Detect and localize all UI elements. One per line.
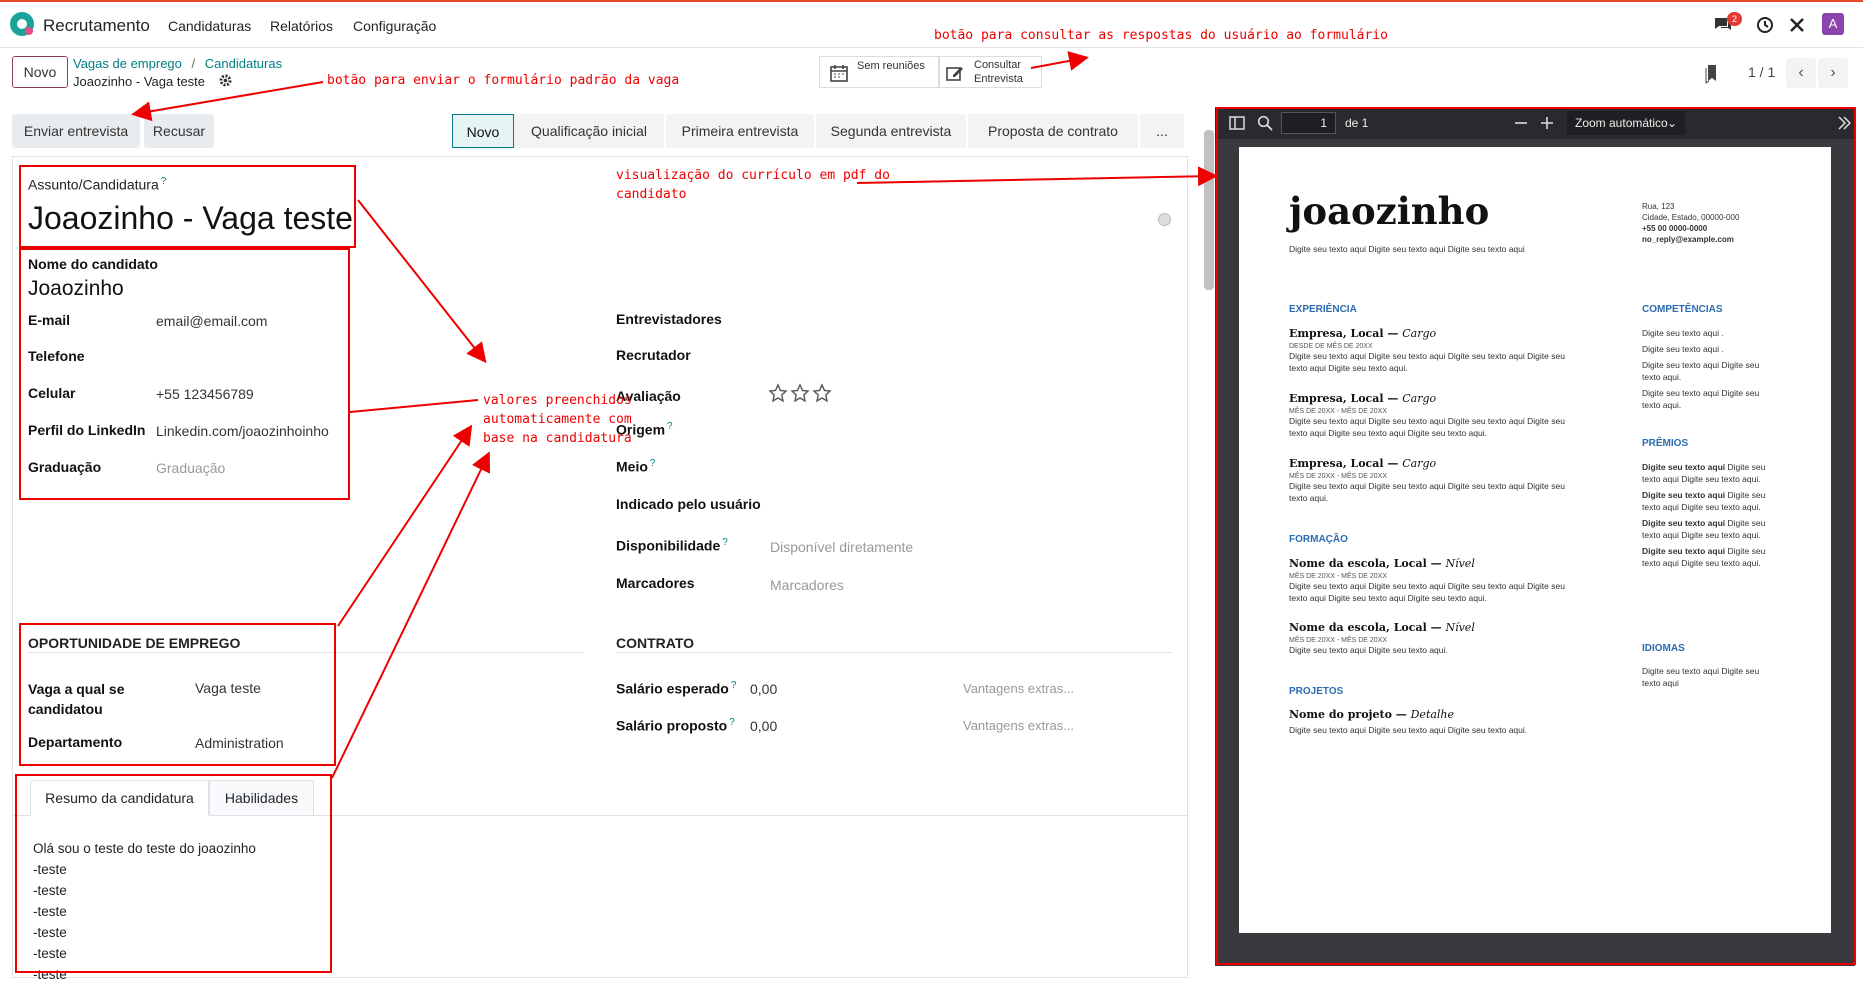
debug-tools-icon[interactable] [1788,16,1806,34]
priority-status-dot[interactable] [1158,213,1171,226]
consult-survey-label-1: Consultar [974,59,1022,71]
annotation-box-job [19,623,336,766]
annotation-pdf: visualização do currículo em pdf do cand… [616,166,890,204]
meetings-label: Sem reuniões [857,60,925,72]
consult-survey-button[interactable]: Consultar Entrevista [939,56,1042,88]
medium-label: Meio? [616,458,656,475]
consult-survey-label-2: Entrevista [974,73,1023,85]
chat-badge: 2 [1727,12,1742,26]
recruitment-app-icon[interactable] [10,12,34,36]
rating-stars[interactable] [769,383,835,403]
record-title: Joaozinho - Vaga teste [73,74,206,89]
stage-more[interactable]: ... [1140,114,1184,148]
referred-label: Indicado pelo usuário [616,496,761,512]
calendar-icon [830,65,848,82]
expected-extra-input[interactable]: Vantagens extras... [963,681,1074,696]
pager-previous-button[interactable]: ‹ [1786,58,1816,88]
send-survey-button[interactable]: Enviar entrevista [12,114,140,148]
annotation-pdf-line: visualização do currículo em pdf do [616,168,890,183]
annotation-filled-values: valores preenchidos automaticamente com … [483,391,632,448]
interviewers-label: Entrevistadores [616,311,722,327]
menu-relatorios[interactable]: Relatórios [270,18,333,34]
form-scrollbar[interactable] [1204,130,1214,290]
proposed-salary-value[interactable]: 0,00 [750,718,777,734]
stage-second-interview[interactable]: Segunda entrevista [816,114,966,148]
pager-value[interactable]: 1 / 1 [1748,64,1775,80]
main-navbar: Recrutamento Candidaturas Relatórios Con… [0,2,1863,48]
annotation-box-summary [15,774,332,973]
annotation-box-subject [19,165,356,248]
annotation-box-pdf [1216,107,1856,965]
contract-section-divider [616,652,1172,653]
new-button[interactable]: Novo [12,56,68,88]
gear-icon[interactable] [219,74,232,87]
stage-novo[interactable]: Novo [452,114,514,148]
app-name[interactable]: Recrutamento [43,16,150,36]
annotation-filled-line: valores preenchidos [483,393,632,408]
stage-contract-proposal[interactable]: Proposta de contrato [968,114,1138,148]
stage-statusbar: Novo Qualificação inicial Primeira entre… [452,114,1184,148]
annotation-send-button: botão para enviar o formulário padrão da… [327,73,680,88]
chevron-left-icon: ‹ [1798,64,1804,81]
activity-clock-icon[interactable] [1756,16,1774,34]
refuse-button[interactable]: Recusar [144,114,214,148]
star-icon[interactable] [769,383,788,403]
stage-first-interview[interactable]: Primeira entrevista [666,114,814,148]
annotation-pdf-line: candidato [616,187,687,202]
recruiter-label: Recrutador [616,347,691,363]
availability-input[interactable]: Disponível diretamente [770,539,913,555]
meetings-smart-button[interactable]: Sem reuniões [819,56,939,88]
annotation-survey-button: botão para consultar as respostas do usu… [934,28,1388,43]
annotation-filled-line: base na candidatura [483,431,632,446]
annotation-filled-line: automaticamente com [483,412,632,427]
chevron-right-icon: › [1830,64,1836,81]
breadcrumb-job-positions[interactable]: Vagas de emprego [73,56,182,71]
attachment-icon[interactable] [1705,64,1719,84]
edit-survey-icon [946,67,963,81]
star-icon[interactable] [790,383,810,403]
proposed-salary-label: Salário proposto? [616,717,735,734]
expected-salary-value[interactable]: 0,00 [750,681,777,697]
availability-label: Disponibilidade? [616,537,728,554]
expected-salary-label: Salário esperado? [616,680,737,697]
breadcrumb-separator: / [191,56,196,71]
menu-configuracao[interactable]: Configuração [353,18,436,34]
tags-input[interactable]: Marcadores [770,577,844,593]
stage-initial-qualification[interactable]: Qualificação inicial [514,114,664,148]
user-avatar[interactable]: A [1822,13,1844,35]
annotation-box-candidate [19,248,350,500]
menu-candidaturas[interactable]: Candidaturas [168,18,251,34]
proposed-extra-input[interactable]: Vantagens extras... [963,718,1074,733]
tags-label: Marcadores [616,575,695,591]
contract-section-title: CONTRATO [616,635,695,651]
pager-next-button[interactable]: › [1818,58,1848,88]
breadcrumb: Vagas de emprego / Candidaturas [73,56,282,71]
breadcrumb-applications[interactable]: Candidaturas [205,56,282,71]
star-icon[interactable] [812,383,832,403]
